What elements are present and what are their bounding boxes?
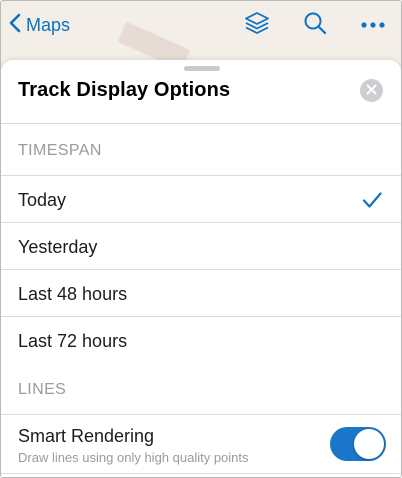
sheet-title: Track Display Options: [18, 79, 231, 101]
sheet-header: Track Display Options: [1, 60, 401, 124]
toggle-knob: [354, 429, 384, 459]
track-display-sheet: Track Display Options TIMESPAN Today Yes…: [1, 60, 401, 477]
smart-rendering-toggle[interactable]: [330, 427, 386, 461]
smart-rendering-description: Draw lines using only high quality point…: [18, 450, 249, 465]
layers-icon: [243, 9, 271, 42]
timespan-option-last-48-hours[interactable]: Last 48 hours: [1, 270, 401, 317]
back-button[interactable]: Maps: [9, 10, 70, 40]
app-frame: Maps Track Display Options TIMESPAN Toda…: [0, 0, 402, 478]
search-icon: [302, 10, 328, 41]
close-button[interactable]: [360, 79, 383, 102]
smart-rendering-row: Smart Rendering Draw lines using only hi…: [1, 416, 401, 474]
layers-button[interactable]: [242, 10, 272, 40]
more-icon: [360, 16, 386, 34]
section-header-label: TIMESPAN: [18, 142, 102, 159]
section-header-lines: LINES: [1, 363, 401, 415]
timespan-option-last-72-hours[interactable]: Last 72 hours: [1, 317, 401, 364]
smart-rendering-label: Smart Rendering: [18, 426, 155, 446]
section-header-label: LINES: [18, 381, 67, 398]
nav-bar: Maps: [1, 1, 401, 49]
timespan-option-yesterday[interactable]: Yesterday: [1, 223, 401, 270]
chevron-left-icon: [9, 13, 21, 38]
option-label: Today: [18, 190, 67, 210]
search-button[interactable]: [300, 10, 330, 40]
back-button-label: Maps: [26, 14, 71, 35]
option-label: Last 72 hours: [18, 331, 128, 351]
close-icon: [366, 82, 377, 100]
checkmark-icon: [361, 190, 383, 210]
section-header-timespan: TIMESPAN: [1, 124, 401, 176]
option-label: Last 48 hours: [18, 284, 128, 304]
more-button[interactable]: [358, 10, 388, 40]
option-label: Yesterday: [18, 237, 98, 257]
timespan-option-today[interactable]: Today: [1, 176, 401, 223]
